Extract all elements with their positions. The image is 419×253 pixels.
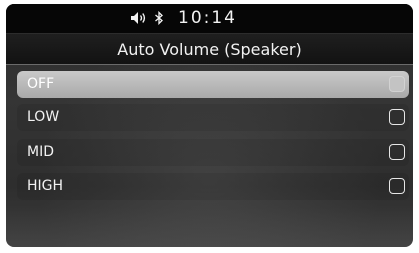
page-title: Auto Volume (Speaker) bbox=[117, 40, 302, 59]
status-bar: 10:14 bbox=[6, 4, 413, 34]
option-off-checkbox[interactable] bbox=[389, 76, 405, 92]
option-mid[interactable]: MID bbox=[17, 139, 409, 166]
option-off[interactable]: OFF bbox=[17, 71, 409, 98]
bluetooth-icon bbox=[155, 11, 163, 25]
infotainment-screen: 10:14 Auto Volume (Speaker) OFF LOW MID … bbox=[6, 4, 413, 247]
option-mid-checkbox[interactable] bbox=[389, 144, 405, 160]
option-high-checkbox[interactable] bbox=[389, 178, 405, 194]
option-label: HIGH bbox=[27, 178, 64, 194]
option-low-checkbox[interactable] bbox=[389, 109, 405, 125]
option-label: MID bbox=[27, 144, 54, 160]
option-label: LOW bbox=[27, 109, 60, 125]
speaker-volume-icon bbox=[131, 12, 146, 24]
clock-time: 10:14 bbox=[178, 8, 237, 28]
option-low[interactable]: LOW bbox=[17, 104, 409, 131]
bottom-gradient bbox=[6, 207, 413, 247]
option-label: OFF bbox=[27, 76, 55, 92]
page-header: Auto Volume (Speaker) bbox=[6, 34, 413, 65]
option-high[interactable]: HIGH bbox=[17, 173, 409, 200]
